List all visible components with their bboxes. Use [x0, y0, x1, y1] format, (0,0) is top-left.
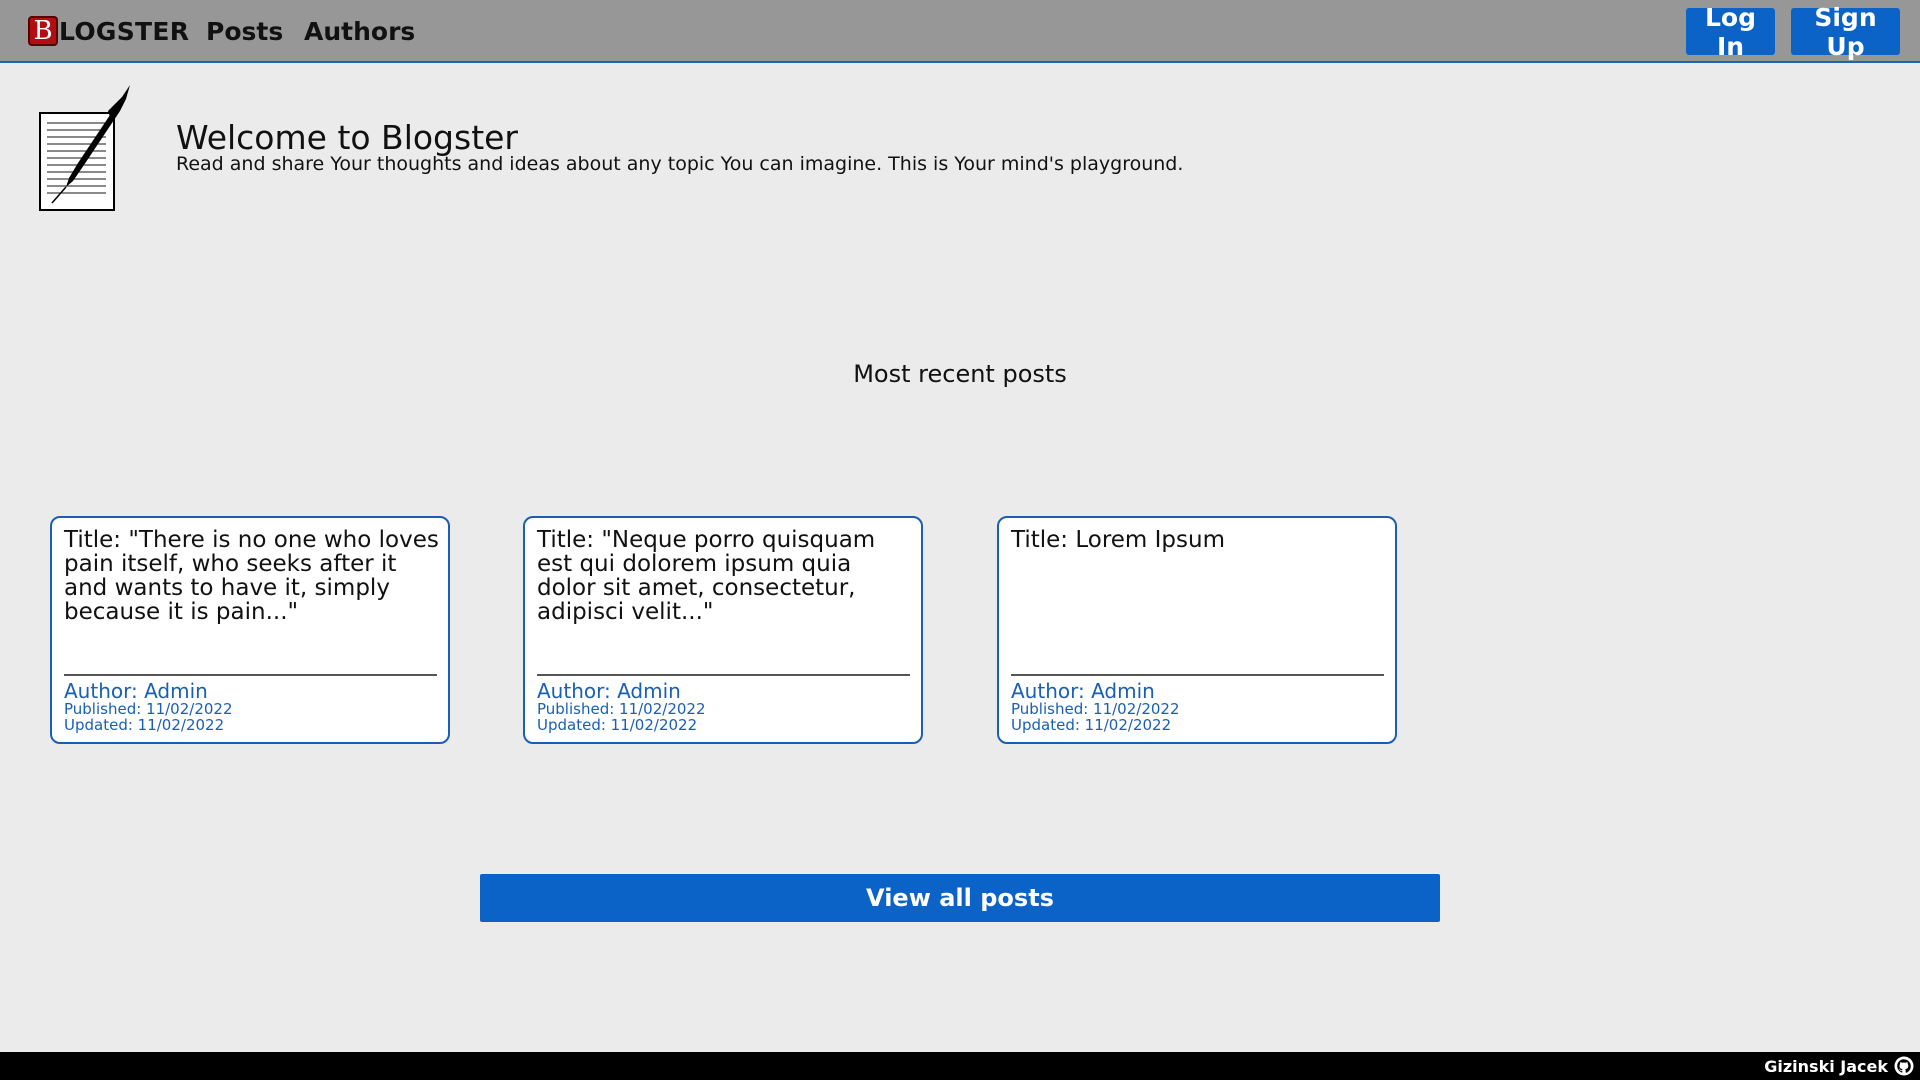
- login-button[interactable]: Log In: [1686, 3, 1775, 61]
- footer-author-name: Gizinski Jacek: [1764, 1057, 1888, 1076]
- recent-posts-heading: Most recent posts: [853, 360, 1067, 388]
- brand-badge: B: [28, 16, 58, 46]
- post-card-title: Title: "There is no one who loves pain i…: [64, 527, 439, 625]
- paper-pen-icon: [39, 85, 130, 211]
- footer: Gizinski Jacek: [0, 1052, 1920, 1080]
- nav-authors-link[interactable]: Authors: [304, 17, 415, 46]
- post-card-divider: [537, 674, 910, 676]
- page-title: Welcome to Blogster: [176, 118, 519, 157]
- github-icon[interactable]: [1894, 1056, 1914, 1076]
- top-navbar: B LOGSTER Posts Authors Log In Sign Up: [0, 0, 1920, 63]
- nav-posts-link[interactable]: Posts: [206, 17, 283, 46]
- brand-logo-link[interactable]: B LOGSTER: [28, 15, 189, 47]
- post-card[interactable]: Title: Lorem Ipsum Author: Admin Publish…: [997, 516, 1397, 744]
- post-card-divider: [1011, 674, 1384, 676]
- post-card-title: Title: "Neque porro quisquam est qui dol…: [537, 527, 876, 625]
- view-all-posts-button[interactable]: View all posts: [480, 874, 1440, 922]
- signup-button[interactable]: Sign Up: [1791, 3, 1900, 61]
- post-card[interactable]: Title: "There is no one who loves pain i…: [50, 516, 450, 744]
- post-card-updated: Updated: 11/02/2022: [537, 716, 698, 734]
- post-card-title: Title: Lorem Ipsum: [1011, 527, 1225, 553]
- brand-name: LOGSTER: [59, 16, 190, 46]
- page-subtitle: Read and share Your thoughts and ideas a…: [176, 153, 1184, 175]
- post-card-updated: Updated: 11/02/2022: [1011, 716, 1172, 734]
- post-card-updated: Updated: 11/02/2022: [64, 716, 225, 734]
- post-card[interactable]: Title: "Neque porro quisquam est qui dol…: [523, 516, 923, 744]
- post-card-divider: [64, 674, 437, 676]
